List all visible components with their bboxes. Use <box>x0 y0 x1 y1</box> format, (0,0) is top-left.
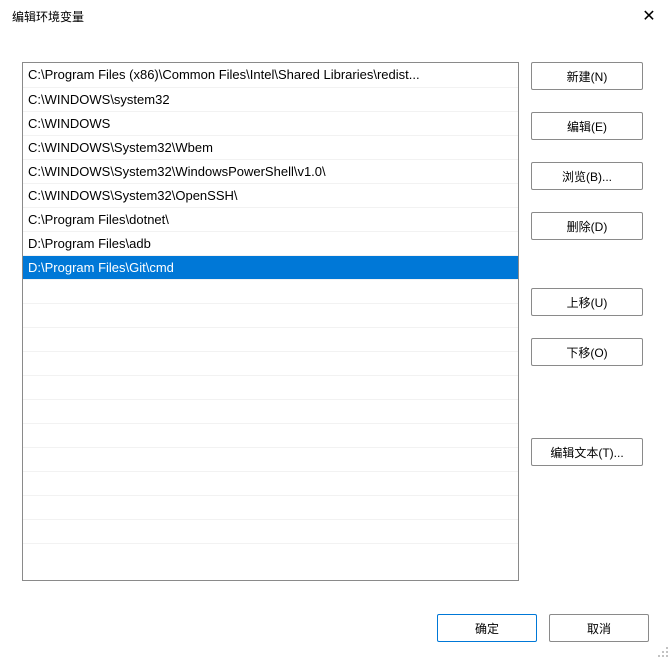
close-icon[interactable]: ✕ <box>639 6 659 26</box>
list-item[interactable]: C:\Program Files (x86)\Common Files\Inte… <box>23 63 518 87</box>
list-item-empty[interactable] <box>23 543 518 567</box>
list-item-empty[interactable] <box>23 471 518 495</box>
list-item[interactable]: C:\WINDOWS <box>23 111 518 135</box>
list-item[interactable]: C:\WINDOWS\System32\Wbem <box>23 135 518 159</box>
browse-button[interactable]: 浏览(B)... <box>531 162 643 190</box>
list-item[interactable]: D:\Program Files\adb <box>23 231 518 255</box>
list-item-empty[interactable] <box>23 495 518 519</box>
list-item-empty[interactable] <box>23 447 518 471</box>
list-item-empty[interactable] <box>23 351 518 375</box>
list-item[interactable]: D:\Program Files\Git\cmd <box>23 255 518 279</box>
dialog-footer: 确定 取消 <box>437 614 649 642</box>
side-button-panel: 新建(N) 编辑(E) 浏览(B)... 删除(D) 上移(U) 下移(O) 编… <box>531 62 643 581</box>
list-item[interactable]: C:\Program Files\dotnet\ <box>23 207 518 231</box>
list-item-empty[interactable] <box>23 399 518 423</box>
move-down-button[interactable]: 下移(O) <box>531 338 643 366</box>
resize-grip-icon <box>657 646 669 658</box>
list-item-empty[interactable] <box>23 519 518 543</box>
list-item-empty[interactable] <box>23 303 518 327</box>
edit-text-button[interactable]: 编辑文本(T)... <box>531 438 643 466</box>
titlebar: 编辑环境变量 ✕ <box>0 0 671 32</box>
list-item-empty[interactable] <box>23 279 518 303</box>
cancel-button[interactable]: 取消 <box>549 614 649 642</box>
list-item-empty[interactable] <box>23 327 518 351</box>
list-item[interactable]: C:\WINDOWS\System32\OpenSSH\ <box>23 183 518 207</box>
delete-button[interactable]: 删除(D) <box>531 212 643 240</box>
ok-button[interactable]: 确定 <box>437 614 537 642</box>
dialog-title: 编辑环境变量 <box>12 8 84 25</box>
list-item-empty[interactable] <box>23 375 518 399</box>
list-item[interactable]: C:\WINDOWS\System32\WindowsPowerShell\v1… <box>23 159 518 183</box>
path-listbox[interactable]: C:\Program Files (x86)\Common Files\Inte… <box>22 62 519 581</box>
dialog-body: C:\Program Files (x86)\Common Files\Inte… <box>0 32 671 581</box>
new-button[interactable]: 新建(N) <box>531 62 643 90</box>
list-item[interactable]: C:\WINDOWS\system32 <box>23 87 518 111</box>
list-item-empty[interactable] <box>23 423 518 447</box>
move-up-button[interactable]: 上移(U) <box>531 288 643 316</box>
edit-button[interactable]: 编辑(E) <box>531 112 643 140</box>
